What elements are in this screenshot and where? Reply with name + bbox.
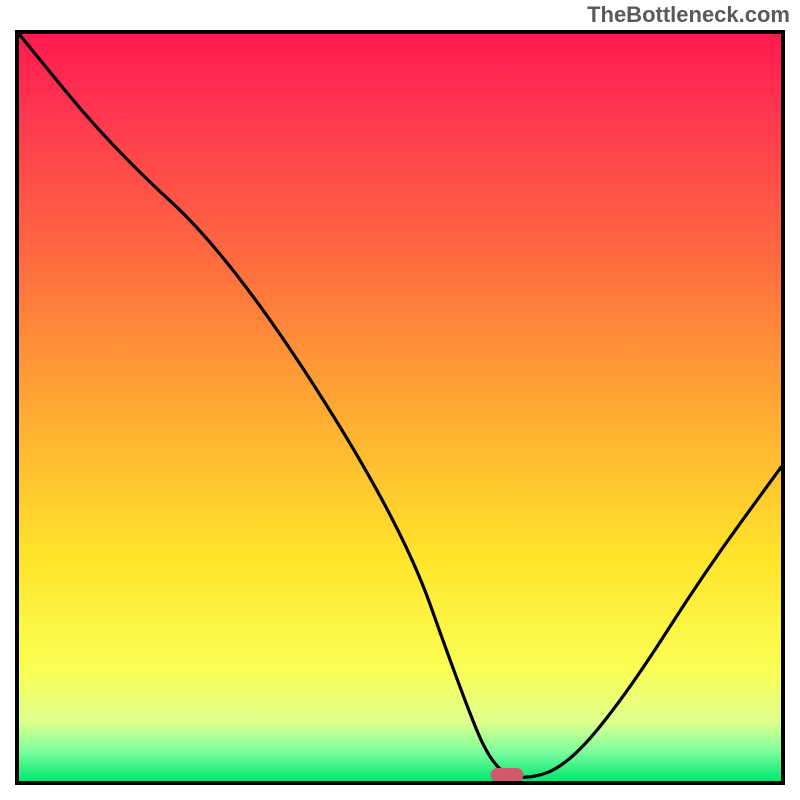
watermark-text: TheBottleneck.com (587, 2, 790, 28)
bottleneck-curve (19, 34, 781, 781)
optimal-marker (490, 768, 523, 782)
plot-frame (15, 30, 785, 785)
chart-stage: TheBottleneck.com (0, 0, 800, 800)
